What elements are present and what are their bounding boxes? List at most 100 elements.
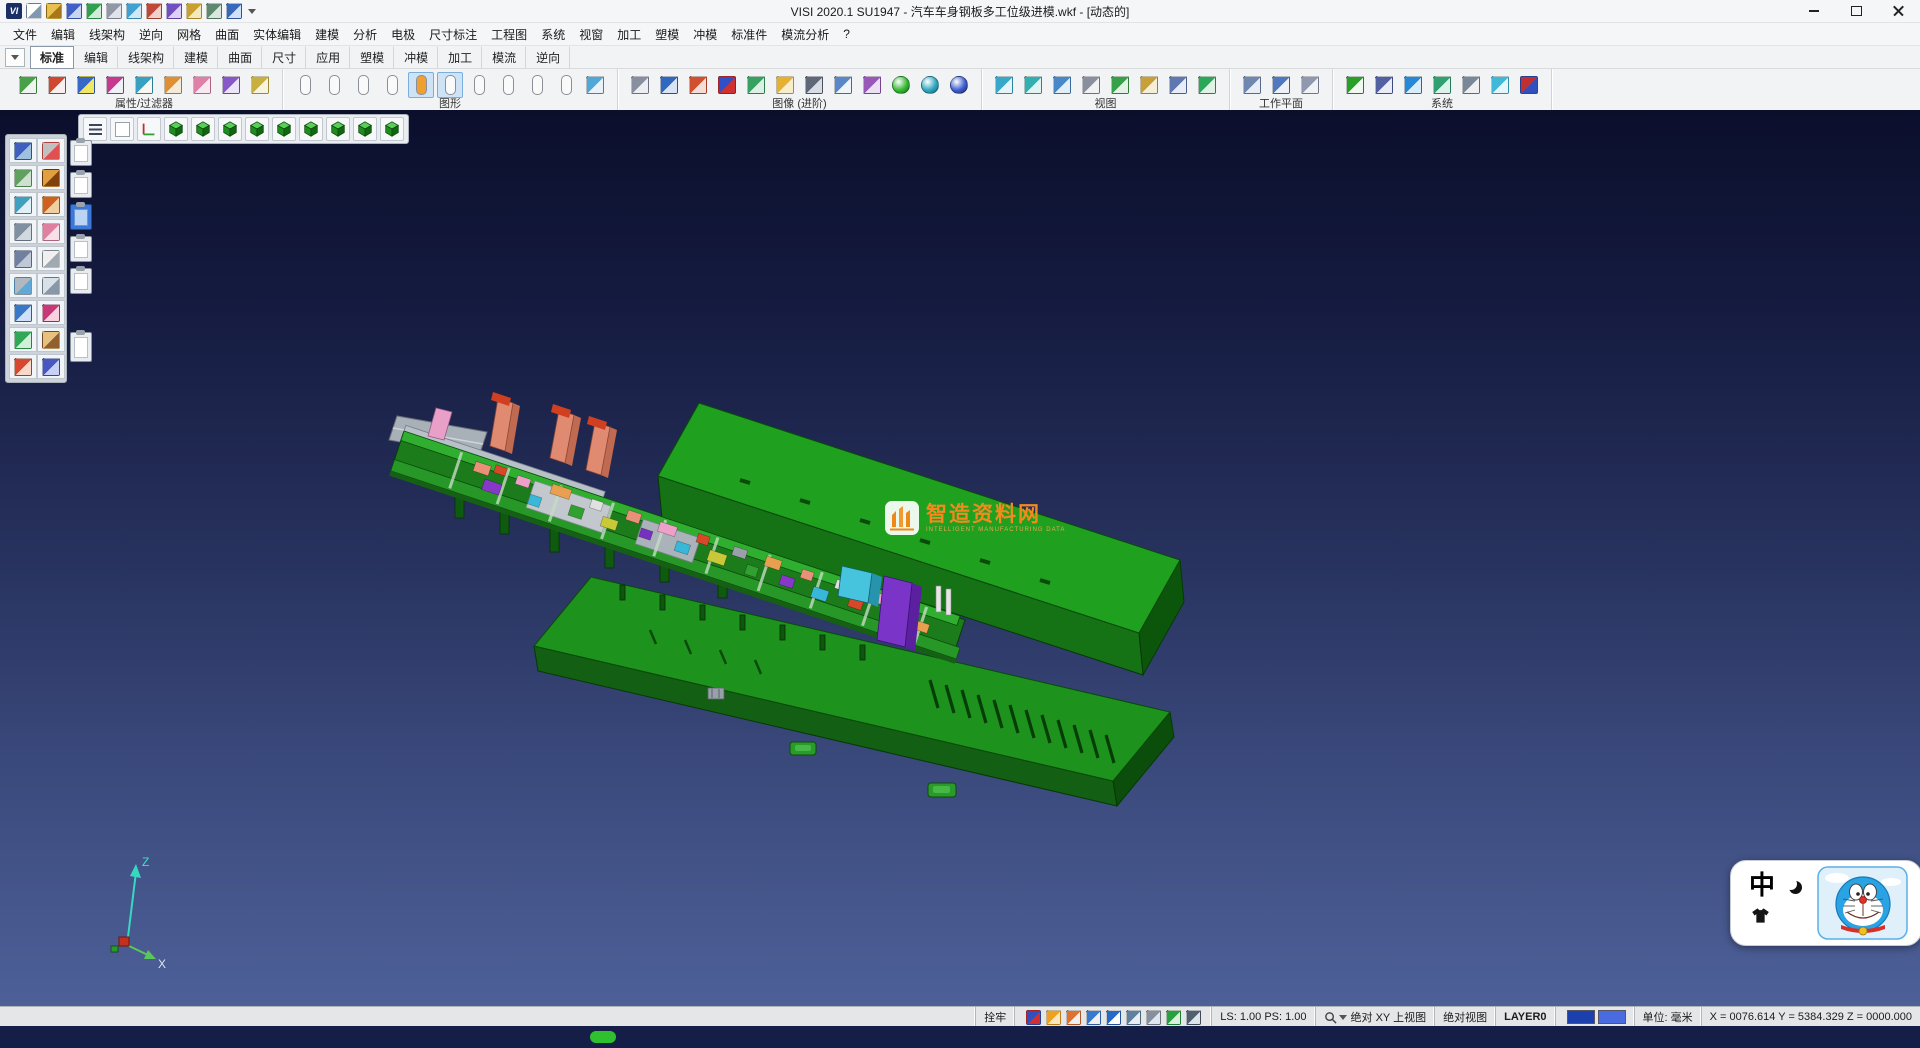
menu-item-14[interactable]: 加工 xyxy=(610,24,648,45)
menu-item-7[interactable]: 建模 xyxy=(308,24,346,45)
brightness-icon[interactable] xyxy=(1044,1009,1062,1025)
snap-toggle-icon[interactable] xyxy=(1124,1009,1142,1025)
monitor-settings-icon[interactable] xyxy=(1371,72,1397,98)
sketch-tool-icon[interactable] xyxy=(37,165,65,190)
tab-3[interactable]: 建模 xyxy=(174,46,218,69)
settings-icon[interactable] xyxy=(206,3,222,19)
menu-item-8[interactable]: 分析 xyxy=(346,24,384,45)
workspace-icon[interactable] xyxy=(86,3,102,19)
status-layer[interactable]: LAYER0 xyxy=(1495,1007,1554,1027)
standard-view-icon[interactable] xyxy=(110,117,134,141)
cylinder-tool-icon[interactable] xyxy=(9,273,37,298)
screen-toggle-icon[interactable] xyxy=(1024,1009,1042,1025)
help-icon[interactable] xyxy=(226,3,242,19)
palette-icon[interactable] xyxy=(1064,1009,1082,1025)
camera-icon[interactable] xyxy=(146,3,162,19)
refresh-icon[interactable] xyxy=(1164,1009,1182,1025)
view-iso-3-icon[interactable] xyxy=(380,117,404,141)
menu-item-18[interactable]: 模流分析 xyxy=(774,24,836,45)
maximize-button[interactable] xyxy=(1840,2,1872,20)
axonometry-icon[interactable] xyxy=(137,117,161,141)
new-doc-icon[interactable] xyxy=(26,3,42,19)
zoom-window-icon[interactable] xyxy=(991,72,1017,98)
measure-icon[interactable] xyxy=(186,3,202,19)
rotate-view-icon[interactable] xyxy=(1107,72,1133,98)
pan-tool-icon[interactable] xyxy=(37,327,65,352)
color-swatch[interactable] xyxy=(1598,1010,1626,1024)
viewbar-menu-icon[interactable] xyxy=(83,117,107,141)
prev-view-icon[interactable] xyxy=(1136,72,1162,98)
menu-item-10[interactable]: 尺寸标注 xyxy=(422,24,484,45)
filter-select-icon[interactable] xyxy=(218,72,244,98)
tab-6[interactable]: 应用 xyxy=(306,46,350,69)
tab-11[interactable]: 逆向 xyxy=(526,46,570,69)
layer-off-icon[interactable] xyxy=(350,72,376,98)
edit-mode-icon[interactable] xyxy=(1084,1009,1102,1025)
view-iso-icon[interactable] xyxy=(164,117,188,141)
calculator-icon[interactable] xyxy=(1429,72,1455,98)
ucs-tool-icon[interactable] xyxy=(9,192,37,217)
tab-1[interactable]: 编辑 xyxy=(74,46,118,69)
tab-8[interactable]: 冲模 xyxy=(394,46,438,69)
save-copy-tool-icon[interactable] xyxy=(37,354,65,379)
menu-item-5[interactable]: 曲面 xyxy=(208,24,246,45)
eraser-icon[interactable] xyxy=(189,72,215,98)
print3d-tool-icon[interactable] xyxy=(9,246,37,271)
menu-item-4[interactable]: 网格 xyxy=(170,24,208,45)
menu-item-0[interactable]: 文件 xyxy=(6,24,44,45)
move-tool-icon[interactable] xyxy=(9,165,37,190)
menu-item-6[interactable]: 实体编辑 xyxy=(246,24,308,45)
graphics-filter-icon[interactable] xyxy=(582,72,608,98)
refresh-view-icon[interactable] xyxy=(1194,72,1220,98)
layer-move-icon[interactable] xyxy=(524,72,550,98)
menu-item-13[interactable]: 视窗 xyxy=(572,24,610,45)
manual-book-icon[interactable] xyxy=(1516,72,1542,98)
dimension2-tool-icon[interactable] xyxy=(9,300,37,325)
layer-on-icon[interactable] xyxy=(321,72,347,98)
monitor-icon[interactable] xyxy=(1144,1009,1162,1025)
background-icon[interactable] xyxy=(830,72,856,98)
tab-5[interactable]: 尺寸 xyxy=(262,46,306,69)
layer-lock-icon[interactable] xyxy=(495,72,521,98)
menu-item-11[interactable]: 工程图 xyxy=(484,24,534,45)
tab-9[interactable]: 加工 xyxy=(438,46,482,69)
machine-tool-icon[interactable] xyxy=(9,219,37,244)
attr-edit-icon[interactable] xyxy=(44,72,70,98)
view-bottom-icon[interactable] xyxy=(326,117,350,141)
dynamic-view-icon[interactable] xyxy=(1165,72,1191,98)
assembly-tree-icon[interactable] xyxy=(70,140,92,166)
status-view-mode[interactable]: 绝对 XY 上视图 xyxy=(1315,1007,1435,1027)
globe-icon[interactable] xyxy=(1400,72,1426,98)
menu-item-16[interactable]: 冲模 xyxy=(686,24,724,45)
view-right-icon[interactable] xyxy=(299,117,323,141)
render-mode-icon[interactable] xyxy=(685,72,711,98)
tab-0[interactable]: 标准 xyxy=(30,46,74,69)
chart-tool-icon[interactable] xyxy=(9,354,37,379)
view-iso-2-icon[interactable] xyxy=(353,117,377,141)
texture-icon[interactable] xyxy=(743,72,769,98)
menu-item-1[interactable]: 编辑 xyxy=(44,24,82,45)
spline-tool-icon[interactable] xyxy=(37,300,65,325)
table-grid-icon[interactable] xyxy=(1458,72,1484,98)
view-top-icon[interactable] xyxy=(191,117,215,141)
workplane-xy-icon[interactable] xyxy=(1239,72,1265,98)
workplane-align-icon[interactable] xyxy=(1297,72,1323,98)
draft-tool-icon[interactable] xyxy=(37,192,65,217)
menu-item-9[interactable]: 电极 xyxy=(384,24,422,45)
pan-view-icon[interactable] xyxy=(1078,72,1104,98)
view-left-icon[interactable] xyxy=(272,117,296,141)
cube-icon[interactable] xyxy=(126,3,142,19)
tab-10[interactable]: 模流 xyxy=(482,46,526,69)
sheet-tool-icon[interactable] xyxy=(37,246,65,271)
status-absolute-view[interactable]: 绝对视图 xyxy=(1434,1007,1495,1027)
strip-list-icon[interactable] xyxy=(70,268,92,294)
material-blue-icon[interactable] xyxy=(946,72,972,98)
layer-main-icon[interactable] xyxy=(408,72,434,98)
quick-access-more-icon[interactable] xyxy=(248,9,256,14)
tab-7[interactable]: 塑模 xyxy=(350,46,394,69)
grid-snap-icon[interactable] xyxy=(1342,72,1368,98)
grid-icon[interactable] xyxy=(1184,1009,1202,1025)
glasses-3d-icon[interactable] xyxy=(714,72,740,98)
zoom-all-icon[interactable] xyxy=(1020,72,1046,98)
layer-list-icon[interactable] xyxy=(292,72,318,98)
